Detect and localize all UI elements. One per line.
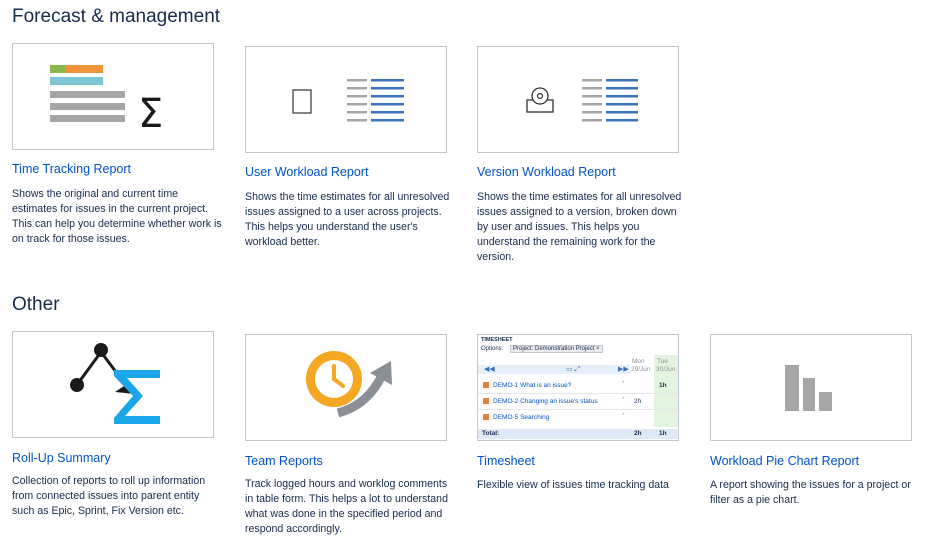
report-description: Shows the original and current time esti…: [12, 188, 222, 245]
timesheet-nav-bar: ◀◀ ▭ ⤢ ▶▶: [478, 365, 630, 374]
col-mon-date: 29/Jun: [631, 366, 651, 373]
report-title[interactable]: Roll-Up Summary: [12, 451, 111, 465]
issue-type-icon: [483, 382, 489, 388]
report-description: A report showing the issues for a projec…: [710, 479, 911, 506]
timesheet-preview[interactable]: TIMESHEET Options: Project: Demonstratio…: [477, 334, 679, 441]
report-description: Shows the time estimates for all unresol…: [245, 191, 450, 248]
star-icon: *: [622, 380, 625, 387]
svg-text:Σ: Σ: [138, 91, 163, 137]
report-description: Shows the time estimates for all unresol…: [477, 191, 682, 263]
prev-icon: ◀◀: [484, 366, 495, 373]
rollup-summary-icon[interactable]: [12, 331, 214, 438]
report-title[interactable]: Time Tracking Report: [12, 162, 131, 176]
star-icon: *: [622, 396, 625, 403]
col-mon: Mon: [632, 358, 645, 365]
section-title-other: Other: [12, 294, 60, 315]
report-title[interactable]: Version Workload Report: [477, 165, 616, 179]
section-title-forecast: Forecast & management: [12, 6, 221, 27]
report-description: Flexible view of issues time tracking da…: [477, 479, 669, 491]
timesheet-mini-table: TIMESHEET Options: Project: Demonstratio…: [478, 335, 678, 440]
timesheet-row: DEMO-1 What is an issue? * 1h: [478, 379, 678, 394]
bar-chart-icon[interactable]: [710, 334, 912, 441]
report-title[interactable]: Timesheet: [477, 454, 535, 468]
total-mon: 2h: [634, 430, 642, 437]
star-icon: *: [622, 412, 625, 419]
total-tue: 1h: [659, 430, 667, 437]
timesheet-issue: DEMO-5 Searching: [493, 414, 550, 421]
report-title[interactable]: User Workload Report: [245, 165, 368, 179]
report-title[interactable]: Team Reports: [245, 454, 323, 468]
timesheet-row: DEMO-5 Searching *: [478, 411, 678, 425]
total-label: Total:: [482, 430, 500, 437]
issue-type-icon: [483, 398, 489, 404]
report-description: Track logged hours and worklog comments …: [245, 478, 448, 535]
project-chip: Project: Demonstration Project ×: [510, 345, 603, 353]
timesheet-issue: DEMO-1 What is an issue?: [493, 382, 572, 389]
report-description: Collection of reports to roll up informa…: [12, 475, 206, 517]
report-title[interactable]: Workload Pie Chart Report: [710, 454, 859, 468]
col-tue-date: 30/Jun: [656, 366, 676, 373]
timesheet-row: DEMO-2 Changing an issue's status * 2h: [478, 395, 678, 410]
timesheet-heading: TIMESHEET: [481, 337, 513, 343]
calendar-icon: ▭ ⤢: [566, 366, 581, 373]
timesheet-options-label: Options:: [481, 346, 504, 352]
user-workload-icon[interactable]: [245, 46, 447, 153]
version-workload-icon[interactable]: [477, 46, 679, 153]
timesheet-issue: DEMO-2 Changing an issue's status: [493, 398, 598, 405]
issue-type-icon: [483, 414, 489, 420]
team-reports-icon[interactable]: [245, 334, 447, 441]
mon-value: 2h: [634, 398, 642, 405]
timesheet-total-row: Total: 2h 1h: [478, 429, 678, 439]
tue-value: 1h: [659, 382, 667, 389]
next-icon: ▶▶: [618, 366, 629, 373]
col-tue: Tue: [657, 358, 668, 365]
time-tracking-icon[interactable]: Σ: [12, 43, 214, 150]
